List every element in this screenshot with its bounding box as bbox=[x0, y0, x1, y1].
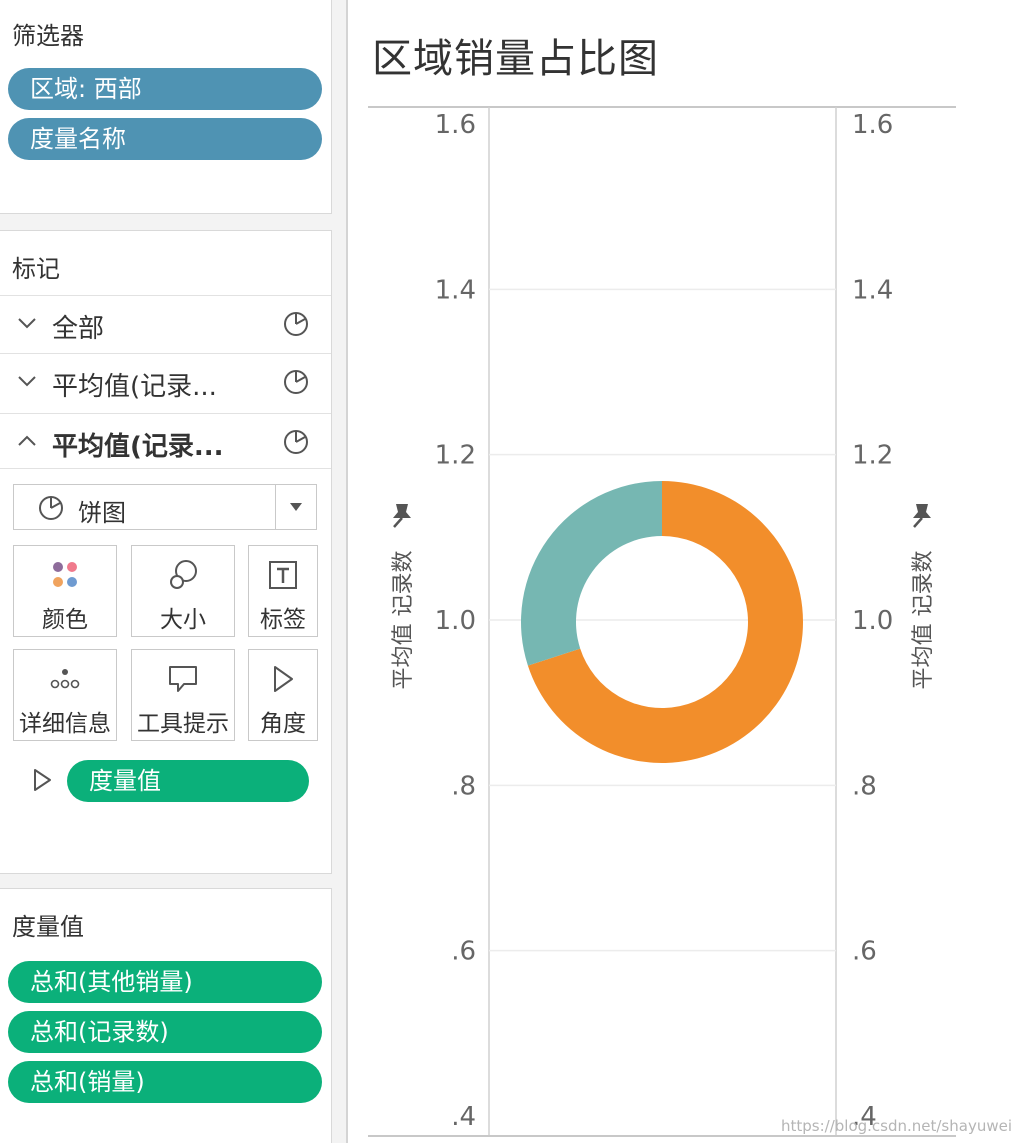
y-tick-label: 1.2 bbox=[852, 441, 893, 471]
y-tick-label: .6 bbox=[451, 937, 476, 967]
left-axis-ticks: 1.6 1.4 1.2 1.0 .8 .6 .4 bbox=[435, 110, 476, 1132]
left-axis-title: 平均值 记录数 bbox=[391, 551, 416, 690]
pin-icon[interactable] bbox=[913, 504, 931, 528]
right-axis-title: 平均值 记录数 bbox=[911, 551, 936, 690]
y-tick-label: 1.4 bbox=[435, 275, 476, 305]
left-axis-title-group: 平均值 记录数 bbox=[391, 551, 416, 690]
tableau-window: 筛选器 区域: 西部 度量名称 标记 全部 平均值(记录... 平均值(记录..… bbox=[0, 0, 1024, 1143]
y-tick-label: 1.6 bbox=[435, 110, 476, 140]
chart-canvas: 1.6 1.4 1.2 1.0 .8 .6 .4 1.6 1.4 1.2 1.0 .8 .6 .4 平均… bbox=[368, 106, 956, 1137]
y-tick-label: 1.0 bbox=[852, 606, 893, 636]
right-axis-title-group: 平均值 记录数 bbox=[911, 551, 936, 690]
donut-slice-1[interactable] bbox=[520, 480, 662, 666]
y-tick-label: 1.0 bbox=[435, 606, 476, 636]
right-axis-ticks: 1.61.41.21.0.8.6.4 bbox=[852, 110, 893, 1132]
y-tick-label: .8 bbox=[451, 771, 476, 801]
y-tick-label: .4 bbox=[451, 1102, 476, 1132]
pin-icon[interactable] bbox=[393, 504, 411, 528]
y-tick-label: .6 bbox=[852, 937, 877, 967]
y-tick-label: 1.4 bbox=[852, 275, 893, 305]
y-tick-label: 1.2 bbox=[435, 441, 476, 471]
y-tick-label: 1.6 bbox=[852, 110, 893, 140]
donut-chart[interactable] bbox=[520, 480, 803, 763]
watermark: https://blog.csdn.net/shayuwei bbox=[780, 1117, 1012, 1135]
y-tick-label: .8 bbox=[852, 771, 877, 801]
